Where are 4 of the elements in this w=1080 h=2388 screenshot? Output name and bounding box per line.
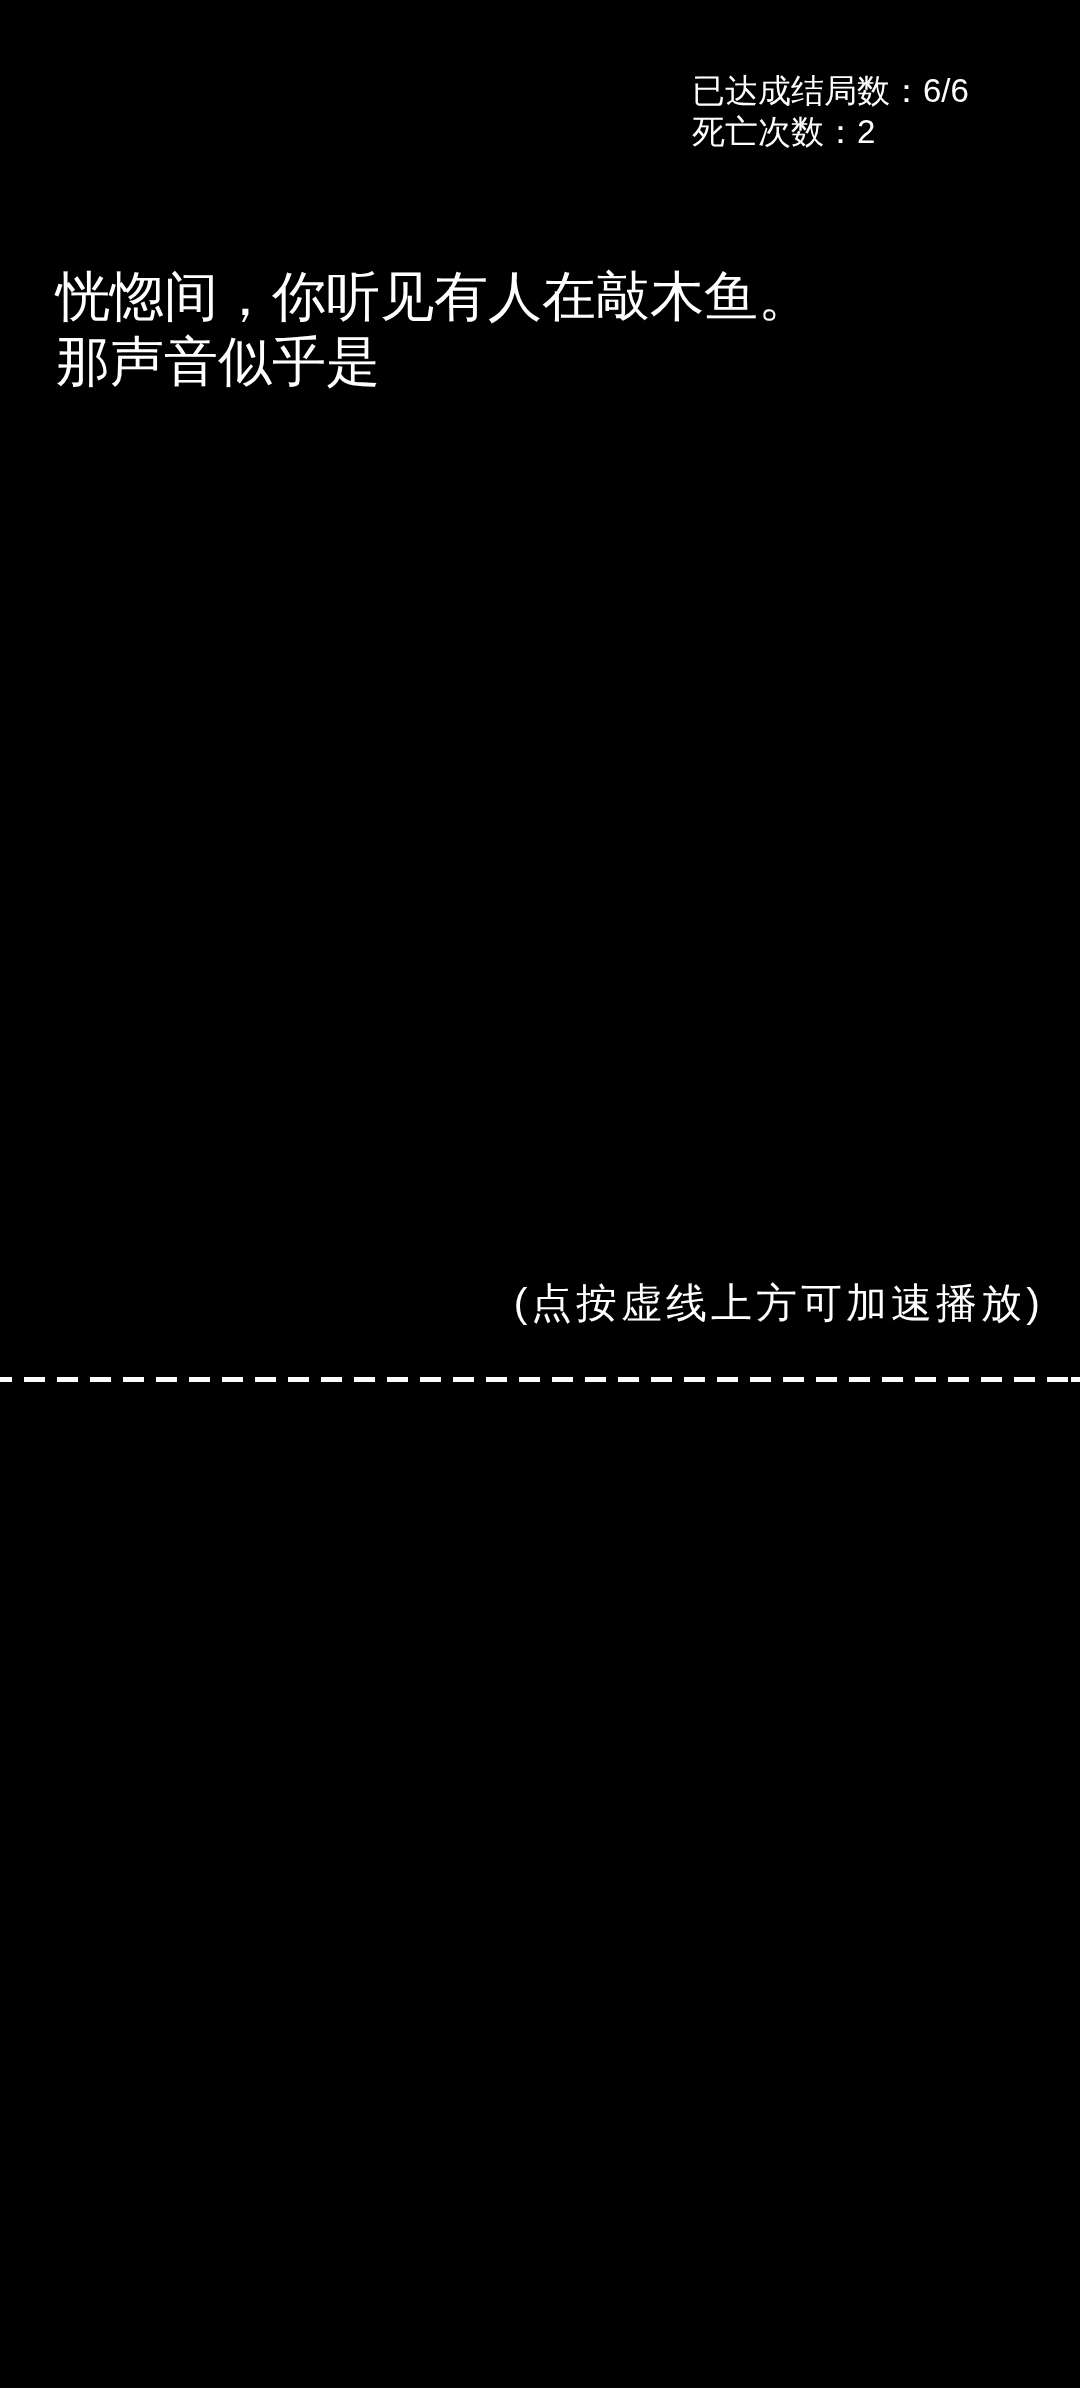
death-counter: 死亡次数：2 — [692, 112, 876, 152]
speedup-hint: (点按虚线上方可加速播放) — [513, 1279, 1044, 1328]
endings-counter: 已达成结局数：6/6 — [692, 71, 969, 111]
story-text: 恍惚间，你听见有人在敲木鱼。那声音似乎是 — [56, 265, 813, 393]
